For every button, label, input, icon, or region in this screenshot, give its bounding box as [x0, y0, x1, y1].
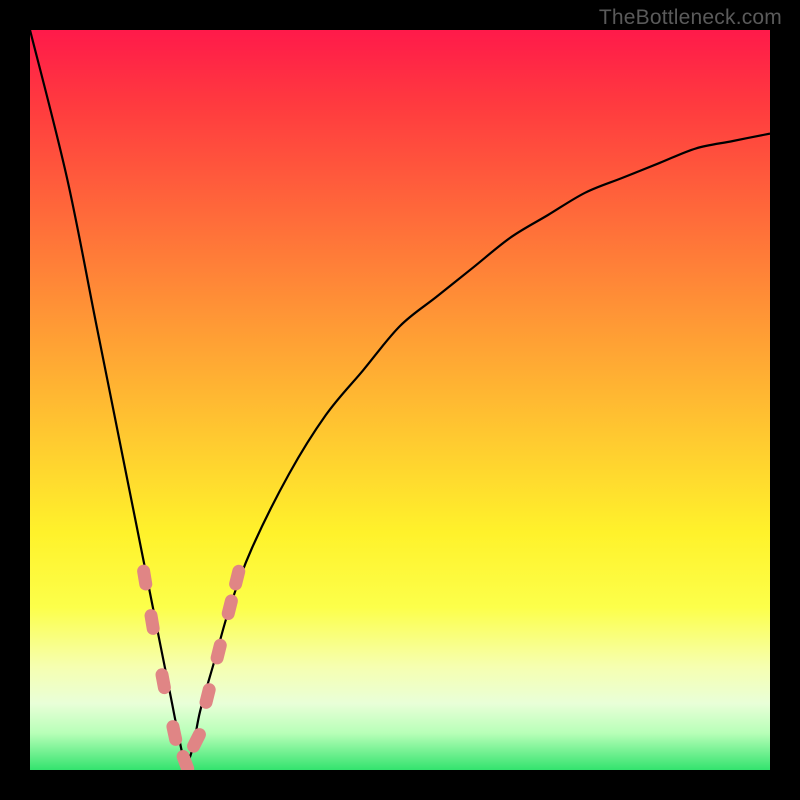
marker-dash: [185, 726, 208, 755]
marker-dash: [165, 719, 183, 747]
marker-dash: [136, 564, 153, 592]
curve-path-group: [30, 30, 770, 763]
marker-dash: [220, 593, 239, 621]
marker-dash: [198, 682, 217, 710]
bottleneck-curve-line: [30, 30, 770, 763]
marker-dash: [228, 563, 247, 591]
plot-area: [30, 30, 770, 770]
marker-dash: [144, 608, 161, 636]
marker-dash: [209, 637, 228, 665]
watermark-text: TheBottleneck.com: [599, 6, 782, 30]
bottleneck-chart: [30, 30, 770, 770]
marker-group: [136, 563, 247, 770]
chart-frame: TheBottleneck.com: [0, 0, 800, 800]
marker-dash: [154, 667, 172, 695]
